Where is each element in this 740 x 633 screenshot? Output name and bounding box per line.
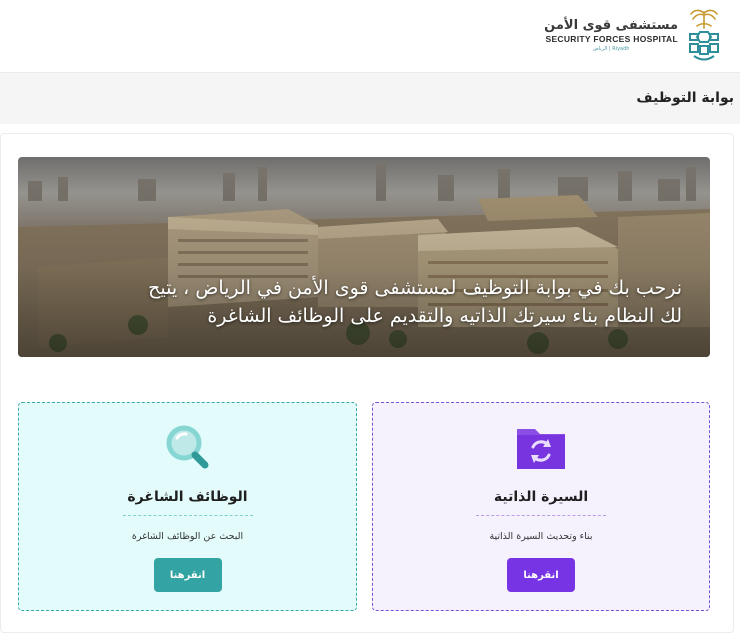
cv-card: السيرة الذاتية بناء وتحديث السيرة الذاتي…	[372, 402, 710, 611]
hero-welcome-text: نرحب بك في بوابة التوظيف لمستشفى قوى الأ…	[18, 274, 682, 330]
cv-card-title: السيرة الذاتية	[493, 489, 589, 505]
search-icon	[166, 425, 208, 469]
vacancies-click-here-button[interactable]: انقرهنا	[153, 558, 222, 592]
logo-arabic-name: مستشفى قوى الأمن	[544, 17, 678, 33]
title-bar: بوابة التوظيف	[0, 73, 740, 124]
logo-city: الرياض | Riyadh	[592, 45, 630, 52]
hero-line-1: نرحب بك في بوابة التوظيف لمستشفى قوى الأ…	[148, 277, 682, 299]
hero-banner: نرحب بك في بوابة التوظيف لمستشفى قوى الأ…	[18, 157, 710, 357]
folder-refresh-icon	[517, 429, 565, 469]
palm-swords-emblem-icon	[689, 9, 719, 61]
top-header: مستشفى قوى الأمن SECURITY FORCES HOSPITA…	[0, 0, 740, 73]
vacancies-card: الوظائف الشاغرة البحث عن الوظائف الشاغرة…	[18, 402, 357, 611]
logo-text: مستشفى قوى الأمن SECURITY FORCES HOSPITA…	[544, 18, 678, 53]
logo-english-name: SECURITY FORCES HOSPITAL	[545, 33, 678, 44]
hero-line-2: لك النظام بناء سيرتك الذاتيه والتقديم عل…	[207, 305, 682, 327]
vacancies-card-title: الوظائف الشاغرة	[127, 489, 248, 505]
hospital-logo[interactable]: مستشفى قوى الأمن SECURITY FORCES HOSPITA…	[544, 6, 724, 64]
page-title: بوابة التوظيف	[636, 90, 734, 106]
cv-card-description: بناء وتحديث السيرة الذاتية	[489, 531, 593, 542]
cv-click-here-button[interactable]: انقرهنا	[507, 558, 575, 592]
vacancies-card-description: البحث عن الوظائف الشاغرة	[131, 531, 244, 542]
card-divider	[476, 515, 606, 516]
card-divider	[122, 515, 253, 516]
